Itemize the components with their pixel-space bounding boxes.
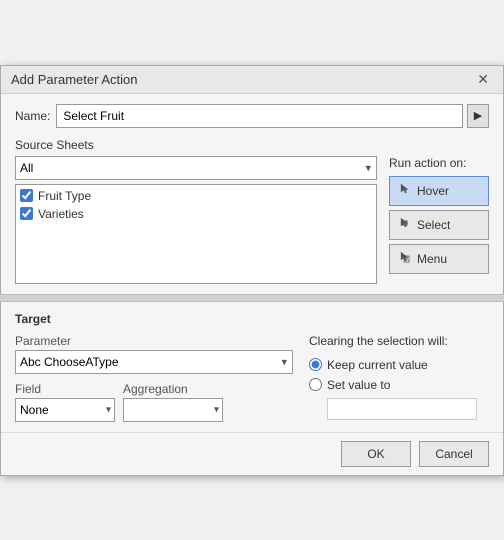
- parameter-group: Parameter Abc ChooseAType: [15, 334, 293, 374]
- sheet-item-fruit-type[interactable]: Fruit Type: [20, 189, 372, 203]
- title-bar: Add Parameter Action ✕: [1, 66, 503, 94]
- parameter-dropdown[interactable]: Abc ChooseAType: [15, 350, 293, 374]
- source-dropdown[interactable]: All: [15, 156, 377, 180]
- target-section: Target Parameter Abc ChooseAType Field: [1, 302, 503, 432]
- source-left: All Fruit Type Varieties: [15, 156, 377, 284]
- menu-label: Menu: [417, 252, 447, 266]
- name-input-wrap: ▶: [56, 104, 489, 128]
- source-dropdown-wrap: All: [15, 156, 377, 180]
- sheet-checkbox-fruit-type[interactable]: [20, 189, 33, 202]
- sheet-checkbox-varieties[interactable]: [20, 207, 33, 220]
- target-right: Clearing the selection will: Keep curren…: [309, 334, 489, 420]
- run-action-section: Run action on: Hover: [389, 156, 489, 284]
- clearing-label: Clearing the selection will:: [309, 334, 489, 348]
- target-label: Target: [15, 312, 489, 326]
- select-label: Select: [417, 218, 450, 232]
- dialog-title: Add Parameter Action: [11, 72, 137, 87]
- aggregation-dropdown-wrap: [123, 398, 223, 422]
- field-col: Field None: [15, 382, 115, 422]
- sheet-item-varieties[interactable]: Varieties: [20, 207, 372, 221]
- set-value-radio-label[interactable]: Set value to: [309, 378, 489, 392]
- menu-button[interactable]: Menu: [389, 244, 489, 274]
- set-value-label: Set value to: [327, 378, 390, 392]
- dialog-body: Name: ▶ Source Sheets All F: [1, 94, 503, 284]
- target-row: Parameter Abc ChooseAType Field None: [15, 334, 489, 422]
- name-input[interactable]: [56, 104, 463, 128]
- select-icon: [398, 216, 412, 233]
- section-divider: [0, 294, 504, 302]
- sheet-label-varieties: Varieties: [38, 207, 84, 221]
- name-arrow-button[interactable]: ▶: [467, 104, 489, 128]
- field-label: Field: [15, 382, 115, 396]
- name-row: Name: ▶: [15, 104, 489, 128]
- name-label: Name:: [15, 109, 50, 123]
- hover-button[interactable]: Hover: [389, 176, 489, 206]
- run-action-label: Run action on:: [389, 156, 489, 170]
- set-value-input[interactable]: [327, 398, 477, 420]
- dialog-footer: OK Cancel: [1, 432, 503, 475]
- select-button[interactable]: Select: [389, 210, 489, 240]
- aggregation-col: Aggregation: [123, 382, 223, 422]
- add-parameter-action-dialog: Add Parameter Action ✕ Name: ▶ Source Sh…: [0, 65, 504, 476]
- source-section: All Fruit Type Varieties Run: [15, 156, 489, 284]
- source-sheets-label: Source Sheets: [15, 138, 489, 152]
- keep-current-label: Keep current value: [327, 358, 428, 372]
- sheets-list: Fruit Type Varieties: [15, 184, 377, 284]
- set-value-radio[interactable]: [309, 378, 322, 391]
- ok-button[interactable]: OK: [341, 441, 411, 467]
- sheet-label-fruit-type: Fruit Type: [38, 189, 91, 203]
- keep-current-radio-label[interactable]: Keep current value: [309, 358, 489, 372]
- hover-label: Hover: [417, 184, 449, 198]
- aggregation-label: Aggregation: [123, 382, 223, 396]
- keep-current-radio[interactable]: [309, 358, 322, 371]
- close-button[interactable]: ✕: [473, 72, 493, 86]
- field-dropdown[interactable]: None: [15, 398, 115, 422]
- hover-icon: [398, 182, 412, 199]
- aggregation-dropdown[interactable]: [123, 398, 223, 422]
- parameter-dropdown-wrap: Abc ChooseAType: [15, 350, 293, 374]
- field-aggregation-row: Field None Aggregation: [15, 382, 293, 422]
- field-dropdown-wrap: None: [15, 398, 115, 422]
- cancel-button[interactable]: Cancel: [419, 441, 489, 467]
- menu-icon: [398, 250, 412, 267]
- parameter-label: Parameter: [15, 334, 293, 348]
- target-left: Parameter Abc ChooseAType Field None: [15, 334, 293, 422]
